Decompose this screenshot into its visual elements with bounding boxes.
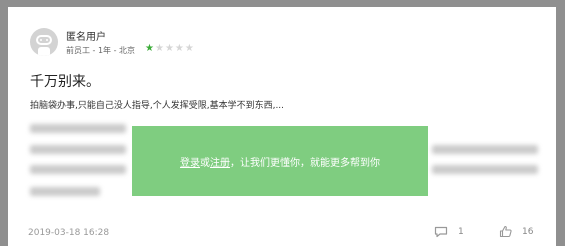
review-title: 千万别来。 — [30, 74, 100, 90]
or-text: 或 — [200, 157, 210, 169]
overlay-message: ，让我们更懂你，就能更多帮到你 — [230, 157, 380, 169]
blurred-content — [30, 145, 126, 154]
reviewer-meta: 前员工 - 1年 - 北京 — [66, 46, 136, 55]
blurred-content — [30, 165, 126, 174]
review-content: 拍脑袋办事,只能自己没人指导,个人发挥受限,基本学不到东西,... — [30, 101, 285, 111]
blurred-content — [30, 187, 100, 196]
login-link[interactable]: 登录 — [180, 154, 200, 169]
username: 匿名用户 — [66, 32, 106, 43]
review-date: 2019-03-18 16:28 — [28, 228, 110, 238]
like-count: 16 — [522, 227, 534, 237]
rating-stars: ★★★★★ — [145, 43, 195, 54]
star-icon: ★ — [154, 43, 165, 54]
comment-icon[interactable] — [434, 226, 448, 238]
blurred-content — [30, 124, 126, 133]
thumbs-up-icon[interactable] — [499, 225, 512, 238]
star-icon: ★ — [184, 43, 195, 54]
comment-count: 1 — [458, 227, 464, 237]
blurred-content — [432, 145, 538, 154]
robot-avatar-icon — [30, 28, 58, 56]
register-link[interactable]: 注册 — [210, 154, 230, 169]
star-icon: ★ — [174, 43, 185, 54]
login-prompt-overlay: 登录 或 注册 ，让我们更懂你，就能更多帮到你 — [132, 126, 428, 196]
star-icon: ★ — [145, 43, 155, 54]
blurred-content — [432, 165, 538, 174]
review-card: 匿名用户 前员工 - 1年 - 北京 ★★★★★ 千万别来。 拍脑袋办事,只能自… — [8, 7, 556, 246]
star-icon: ★ — [164, 43, 175, 54]
